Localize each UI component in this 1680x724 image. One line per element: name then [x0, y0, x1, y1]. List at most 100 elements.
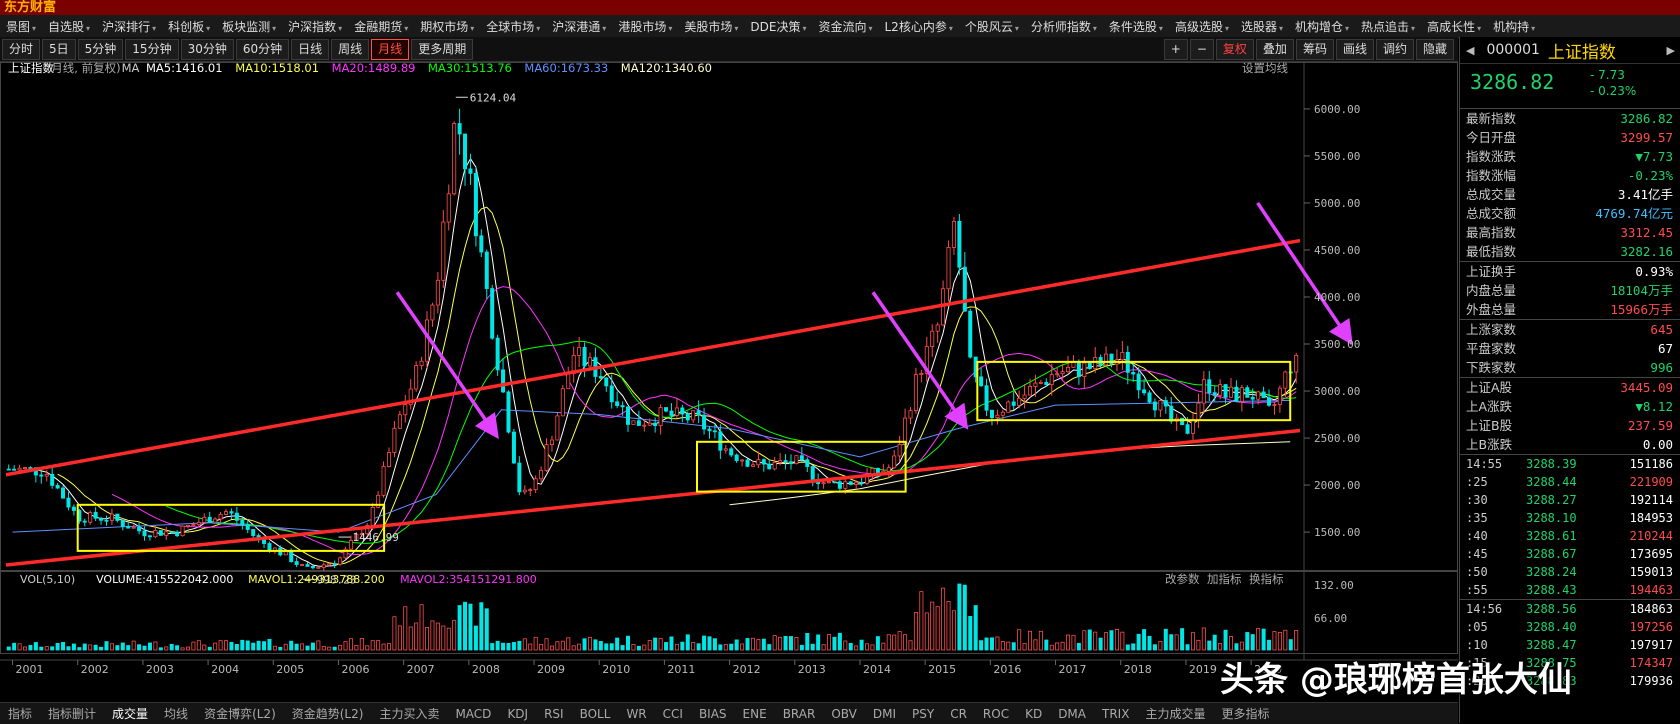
volume-bar — [1190, 632, 1195, 651]
candle-body — [1277, 387, 1282, 405]
menu-item[interactable]: 高级选股 ▾ — [1169, 18, 1235, 35]
volume-bar — [446, 627, 451, 651]
period-button[interactable]: 5分钟 — [77, 38, 124, 60]
quote-value: ▼8.12 — [1635, 399, 1673, 414]
period-button[interactable]: 5日 — [42, 38, 76, 60]
candle-body — [224, 511, 229, 515]
indicator-tab[interactable]: BRAR — [775, 707, 824, 721]
toolbar-button[interactable]: + — [1163, 39, 1188, 60]
indicator-tab[interactable]: 资金博弈(L2) — [196, 705, 284, 722]
toolbar-button[interactable]: 复权 — [1215, 39, 1254, 60]
x-tick-label: 2008 — [472, 663, 500, 676]
indicator-tab[interactable]: BIAS — [691, 707, 735, 721]
indicator-tab[interactable]: 成交量 — [104, 705, 156, 722]
menu-item[interactable]: 机构增仓 ▾ — [1289, 18, 1355, 35]
period-button[interactable]: 月线 — [371, 38, 410, 60]
indicator-tab[interactable]: KDJ — [499, 707, 536, 721]
indicator-tab[interactable]: DMA — [1050, 707, 1094, 721]
indicator-tab[interactable]: 主力成交量 — [1137, 705, 1213, 722]
volume-bar — [854, 645, 859, 651]
price-change: - 7.73 — [1590, 68, 1625, 82]
menu-item[interactable]: 景图 ▾ — [0, 18, 42, 35]
sidebar-prev-icon[interactable]: ◀ — [1466, 44, 1474, 57]
indicator-tab[interactable]: BOLL — [572, 707, 619, 721]
indicator-tab[interactable]: ENE — [735, 707, 775, 721]
volume-bar — [6, 646, 11, 651]
quote-value: -0.23% — [1627, 168, 1673, 183]
period-button[interactable]: 60分钟 — [235, 38, 290, 60]
indicator-tab[interactable]: ROC — [975, 707, 1017, 721]
menu-item[interactable]: 机构持 ▾ — [1487, 18, 1541, 35]
toolbar-button[interactable]: − — [1189, 39, 1214, 60]
indicator-tab[interactable]: MACD — [447, 707, 499, 721]
indicator-tab[interactable]: 资金趋势(L2) — [284, 705, 372, 722]
volume-bar — [435, 622, 440, 651]
menu-item[interactable]: 沪深港通 ▾ — [546, 18, 612, 35]
candle-body — [805, 459, 810, 467]
indicator-tab[interactable]: 指标删计 — [40, 705, 104, 722]
menu-item[interactable]: 美股市场 ▾ — [678, 18, 744, 35]
menu-item[interactable]: 板块监测 ▾ — [216, 18, 282, 35]
toolbar-button[interactable]: 调约 — [1375, 39, 1414, 60]
indicator-tab[interactable]: 更多指标 — [1213, 705, 1277, 722]
indicator-tab[interactable]: 均线 — [156, 705, 196, 722]
indicator-tab[interactable]: WR — [618, 707, 654, 721]
volume-bar — [1022, 643, 1027, 651]
indicator-tab[interactable]: RSI — [536, 707, 572, 721]
menu-item[interactable]: DDE决策 ▾ — [744, 18, 812, 35]
menu-item[interactable]: 分析师指数 ▾ — [1025, 18, 1103, 35]
indicator-tab[interactable]: 主力买入卖 — [371, 705, 447, 722]
menu-item[interactable]: 沪深排行 ▾ — [96, 18, 162, 35]
menu-item[interactable]: L2核心内参 ▾ — [879, 18, 959, 35]
menu-item[interactable]: 资金流向 ▾ — [812, 18, 878, 35]
candle-body — [778, 460, 783, 463]
toolbar-button[interactable]: 隐藏 — [1415, 39, 1454, 60]
indicator-tab[interactable]: OBV — [823, 707, 865, 721]
indicator-tab[interactable]: CCI — [655, 707, 691, 721]
menu-item[interactable]: 热点追击 ▾ — [1355, 18, 1421, 35]
menu-item[interactable]: 港股市场 ▾ — [612, 18, 678, 35]
toolbar-button[interactable]: 筹码 — [1295, 39, 1334, 60]
period-button[interactable]: 分时 — [2, 38, 41, 60]
period-button[interactable]: 周线 — [331, 38, 370, 60]
period-button[interactable]: 30分钟 — [180, 38, 234, 60]
candle-body — [392, 427, 397, 453]
volume-bar — [979, 640, 984, 651]
toolbar-button[interactable]: 叠加 — [1255, 39, 1294, 60]
indicator-tab[interactable]: TRIX — [1094, 707, 1137, 721]
candle-body — [696, 410, 701, 416]
menu-item[interactable]: 金融期货 ▾ — [348, 18, 414, 35]
menu-item[interactable]: 个股风云 ▾ — [959, 18, 1025, 35]
menu-item[interactable]: 自选股 ▾ — [42, 18, 96, 35]
period-button[interactable]: 日线 — [291, 38, 330, 60]
kline-chart-area[interactable]: 6124.04 998.23 1446.99 1500.00 2000.00 2500.… — [0, 61, 1458, 702]
menu-item[interactable]: 选股器 ▾ — [1235, 18, 1289, 35]
period-button[interactable]: 15分钟 — [125, 38, 179, 60]
kline-svg[interactable]: 6124.04998.231446.99 1500.00 2000.00 2500.… — [0, 61, 1458, 702]
toolbar-button[interactable]: 画线 — [1335, 39, 1374, 60]
vol-panel-link[interactable]: 换指标 — [1249, 572, 1284, 586]
indicator-tab[interactable]: DMI — [865, 707, 904, 721]
volume-bar — [946, 601, 951, 651]
menu-item[interactable]: 高成长性 ▾ — [1421, 18, 1487, 35]
tick-row: :55 3288.43 194463 — [1460, 581, 1680, 599]
indicator-tab[interactable]: KD — [1017, 707, 1050, 721]
period-button[interactable]: 更多周期 — [411, 38, 474, 60]
x-tick-label: 2009 — [537, 663, 565, 676]
menu-item[interactable]: 全球市场 ▾ — [480, 18, 546, 35]
indicator-tab[interactable]: CR — [942, 707, 975, 721]
volume-bar — [359, 637, 364, 651]
menu-item[interactable]: 期权市场 ▾ — [414, 18, 480, 35]
candle-body — [39, 474, 44, 477]
sidebar-next-icon[interactable]: ▶ — [1667, 44, 1675, 57]
volume-bar — [767, 644, 772, 651]
vol-panel-link[interactable]: 改参数 — [1165, 572, 1200, 586]
indicator-tab[interactable]: PSY — [904, 707, 942, 721]
menu-item[interactable]: 沪深指数 ▾ — [282, 18, 348, 35]
menu-item[interactable]: 条件选股 ▾ — [1103, 18, 1169, 35]
vol-panel-link[interactable]: 加指标 — [1207, 572, 1242, 586]
ma-settings-link[interactable]: 设置均线 — [1242, 61, 1288, 75]
menu-item[interactable]: 科创板 ▾ — [162, 18, 216, 35]
indicator-tab[interactable]: 指标 — [0, 705, 40, 722]
y-tick-label: 4000.00 — [1314, 291, 1360, 304]
